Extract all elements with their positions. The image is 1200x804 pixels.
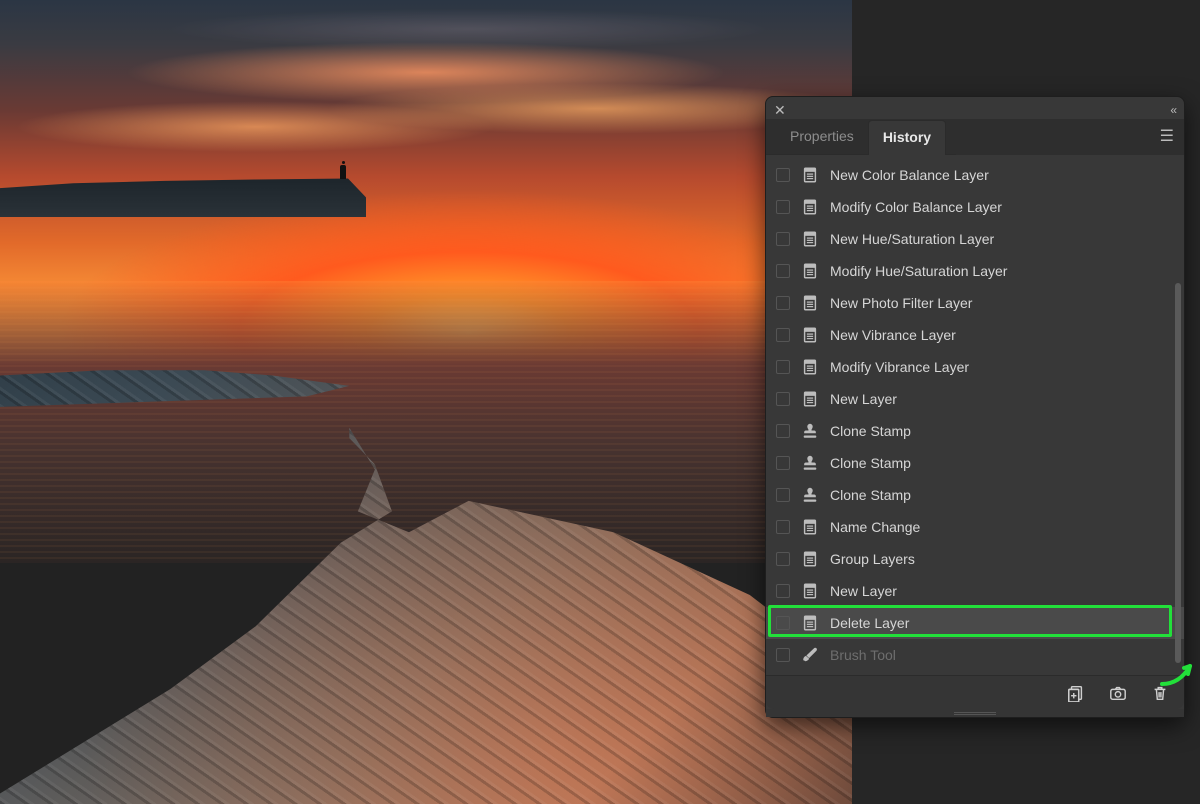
history-row[interactable]: Delete Layer [766,607,1184,639]
snapshot-marker[interactable] [776,456,790,470]
snapshot-marker[interactable] [776,200,790,214]
history-row-label: New Layer [830,583,897,599]
new-document-from-state-button[interactable] [1066,683,1086,703]
history-row-label: Clone Stamp [830,455,911,471]
document-canvas[interactable] [0,0,852,804]
history-list[interactable]: New Color Balance Layer Modify Color Bala… [766,155,1184,675]
panel-tabs: Properties History ☰ [766,119,1184,155]
history-row[interactable]: Modify Vibrance Layer [766,351,1184,383]
panel-titlebar: ✕ « [766,97,1184,119]
layer-icon [800,613,820,633]
delete-state-button[interactable] [1150,683,1170,703]
layer-icon [800,357,820,377]
camera-icon [1109,684,1127,702]
layer-icon [800,229,820,249]
history-row[interactable]: Modify Hue/Saturation Layer [766,255,1184,287]
history-row-label: Modify Color Balance Layer [830,199,1002,215]
tab-history[interactable]: History [868,120,946,155]
collapse-panel-icon[interactable]: « [1170,103,1174,117]
stamp-icon [800,485,820,505]
snapshot-marker[interactable] [776,488,790,502]
history-row-label: New Hue/Saturation Layer [830,231,994,247]
snapshot-marker[interactable] [776,232,790,246]
photo-person-silhouette [340,165,346,179]
history-row-label: New Vibrance Layer [830,327,956,343]
layer-icon [800,261,820,281]
history-panel: ✕ « Properties History ☰ New Color Balan… [765,96,1185,718]
history-row-label: Clone Stamp [830,423,911,439]
photo-ocean [0,281,852,562]
history-row[interactable]: New Layer [766,575,1184,607]
snapshot-marker[interactable] [776,264,790,278]
layer-icon [800,293,820,313]
history-row-label: New Layer [830,391,897,407]
layer-icon [800,389,820,409]
stamp-icon [800,421,820,441]
history-row[interactable]: New Vibrance Layer [766,319,1184,351]
snapshot-marker[interactable] [776,328,790,342]
history-row[interactable]: New Layer [766,383,1184,415]
history-row[interactable]: Clone Stamp [766,447,1184,479]
panel-menu-icon[interactable]: ☰ [1160,129,1174,145]
brush-icon [800,645,820,665]
history-row-label: Modify Vibrance Layer [830,359,969,375]
history-row[interactable]: Name Change [766,511,1184,543]
history-row[interactable]: New Photo Filter Layer [766,287,1184,319]
create-snapshot-button[interactable] [1108,683,1128,703]
panel-resize-grip[interactable] [766,709,1184,717]
snapshot-marker[interactable] [776,616,790,630]
close-icon[interactable]: ✕ [774,103,786,117]
snapshot-marker[interactable] [776,360,790,374]
layer-icon [800,517,820,537]
layer-icon [800,197,820,217]
history-row[interactable]: New Hue/Saturation Layer [766,223,1184,255]
history-row[interactable]: Group Layers [766,543,1184,575]
snapshot-marker[interactable] [776,584,790,598]
history-row-label: Clone Stamp [830,487,911,503]
layer-icon [800,325,820,345]
layer-icon [800,165,820,185]
stamp-icon [800,453,820,473]
scrollbar-thumb[interactable] [1175,283,1181,663]
snapshot-marker[interactable] [776,296,790,310]
layer-icon [800,581,820,601]
history-row-label: Name Change [830,519,920,535]
layer-icon [800,549,820,569]
history-row[interactable]: Brush Tool [766,639,1184,671]
trash-icon [1151,684,1169,702]
history-row[interactable]: Modify Color Balance Layer [766,191,1184,223]
snapshot-marker[interactable] [776,552,790,566]
history-row[interactable]: Clone Stamp [766,479,1184,511]
snapshot-marker[interactable] [776,168,790,182]
history-row-label: New Color Balance Layer [830,167,989,183]
snapshot-marker[interactable] [776,424,790,438]
new-doc-icon [1067,684,1085,702]
history-row-label: Modify Hue/Saturation Layer [830,263,1007,279]
history-row-label: Group Layers [830,551,915,567]
history-row-label: Delete Layer [830,615,909,631]
tab-properties[interactable]: Properties [776,120,868,154]
history-panel-footer [766,675,1184,709]
snapshot-marker[interactable] [776,648,790,662]
history-row[interactable]: New Color Balance Layer [766,159,1184,191]
snapshot-marker[interactable] [776,392,790,406]
history-row-label: Brush Tool [830,647,896,663]
history-row-label: New Photo Filter Layer [830,295,972,311]
snapshot-marker[interactable] [776,520,790,534]
history-row[interactable]: Clone Stamp [766,415,1184,447]
